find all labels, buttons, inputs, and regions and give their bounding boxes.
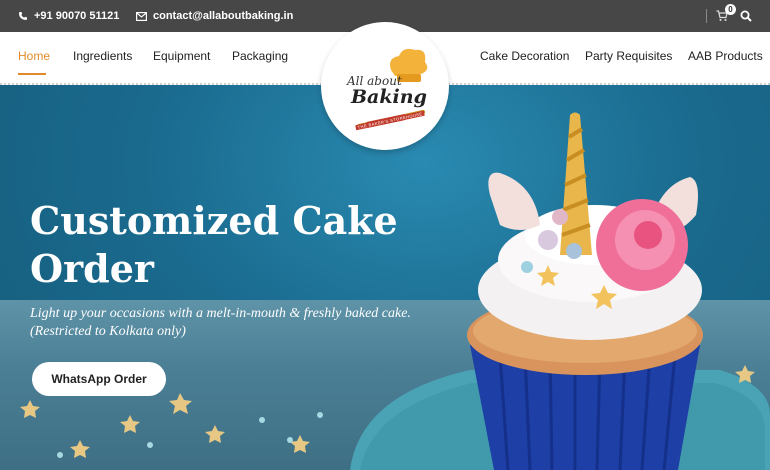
search-icon[interactable] (740, 10, 752, 22)
hero-title: Customized Cake Order (30, 198, 398, 291)
cart-count-badge: 0 (725, 4, 736, 15)
phone-contact[interactable]: +91 90070 51121 (18, 0, 119, 32)
logo[interactable]: All about Baking THE BAKER'S STOREHOUSE (321, 22, 449, 150)
nav-home[interactable]: Home (18, 49, 50, 63)
phone-number: +91 90070 51121 (34, 10, 120, 22)
nav-equipment[interactable]: Equipment (153, 49, 210, 63)
nav-ingredients[interactable]: Ingredients (73, 49, 132, 63)
nav-cake-decoration[interactable]: Cake Decoration (480, 49, 569, 63)
logo-line2: Baking (351, 86, 427, 108)
hero-subtitle: Light up your occasions with a melt-in-m… (30, 306, 411, 339)
nav-aab-products[interactable]: AAB Products (688, 49, 763, 63)
whatsapp-order-button[interactable]: WhatsApp Order (32, 362, 166, 396)
email-contact[interactable]: contact@allaboutbaking.in (136, 0, 293, 32)
nav-party-requisites[interactable]: Party Requisites (585, 49, 672, 63)
divider (706, 9, 707, 23)
phone-icon (19, 12, 27, 20)
active-indicator (18, 73, 46, 75)
nav-packaging[interactable]: Packaging (232, 49, 288, 63)
envelope-icon (136, 11, 147, 21)
email-address: contact@allaboutbaking.in (153, 10, 294, 22)
